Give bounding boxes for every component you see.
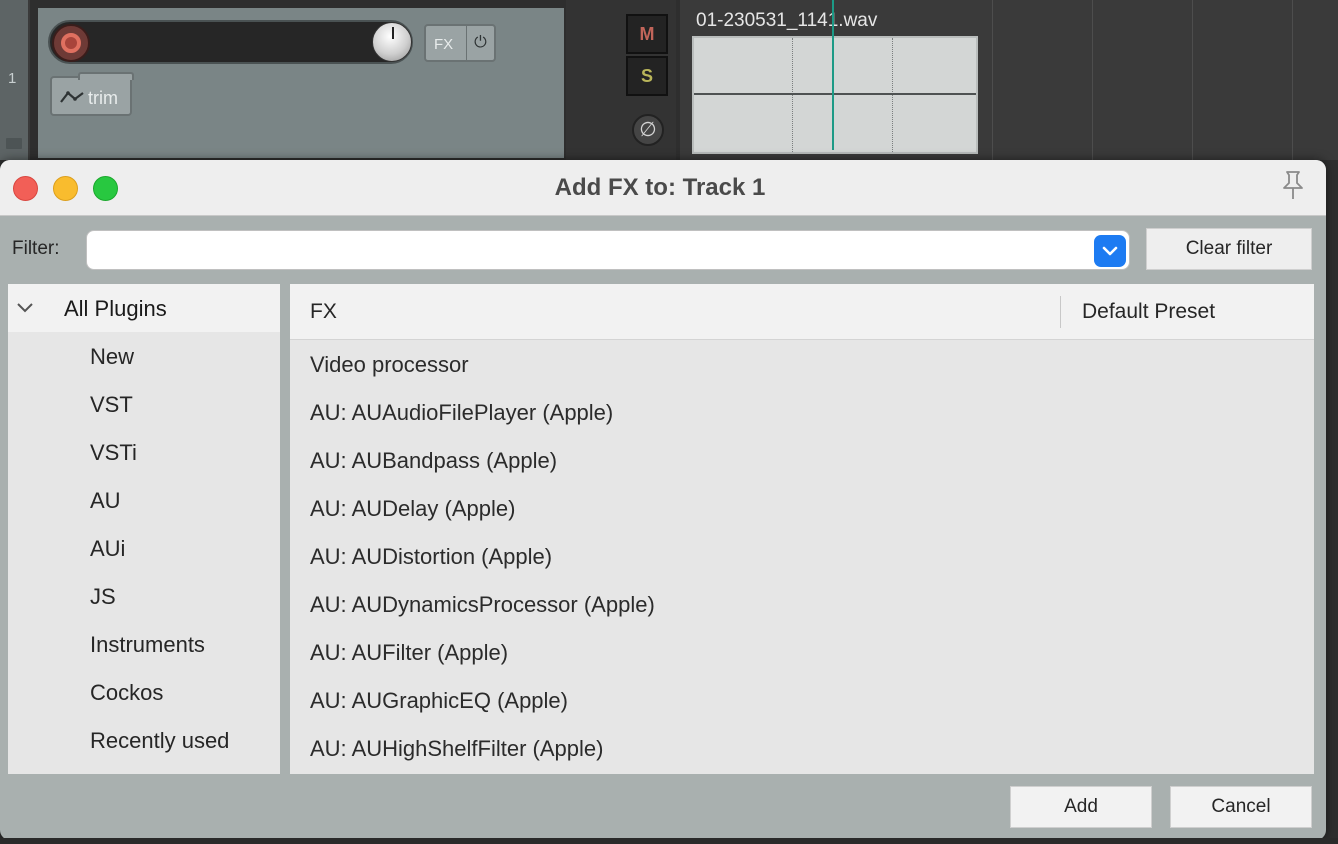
fx-list: FX Default Preset Video processor AU: AU…: [290, 284, 1314, 774]
playhead-cursor[interactable]: [832, 0, 834, 150]
tree-item-all-plugins[interactable]: All Plugins: [8, 284, 280, 332]
fx-row[interactable]: Video processor: [310, 352, 469, 378]
phase-invert-button[interactable]: ∅: [632, 114, 664, 146]
column-header-default-preset[interactable]: Default Preset: [1082, 300, 1215, 324]
track-fx-button[interactable]: FX ⏻: [424, 24, 496, 62]
fx-row[interactable]: AU: AUHighShelfFilter (Apple): [310, 736, 603, 762]
tree-item-cockos[interactable]: Cockos: [90, 680, 163, 706]
trim-label: trim: [88, 88, 118, 108]
tree-item-vsti[interactable]: VSTi: [90, 440, 137, 466]
filter-label: Filter:: [12, 238, 60, 259]
list-header: FX Default Preset: [290, 284, 1314, 340]
fx-row[interactable]: AU: AUBandpass (Apple): [310, 448, 557, 474]
filter-history-dropdown[interactable]: [1094, 235, 1126, 267]
tree-item-instruments[interactable]: Instruments: [90, 632, 205, 658]
chevron-down-icon: [1102, 246, 1118, 256]
volume-fader-track[interactable]: [48, 20, 413, 64]
background-toolbar-edge: [0, 838, 1338, 844]
pin-icon[interactable]: [1276, 168, 1310, 202]
filter-input[interactable]: [86, 230, 1130, 270]
record-arm-button[interactable]: [52, 24, 90, 62]
fx-row[interactable]: AU: AUAudioFilePlayer (Apple): [310, 400, 613, 426]
grid-line: [892, 38, 893, 152]
tree-item-au[interactable]: AU: [90, 488, 121, 514]
tree-item-vst[interactable]: VST: [90, 392, 133, 418]
fx-row[interactable]: AU: AUDynamicsProcessor (Apple): [310, 592, 655, 618]
grid-line: [1092, 0, 1093, 160]
chevron-down-icon[interactable]: [16, 298, 34, 316]
knob-pointer: [392, 27, 394, 39]
volume-knob[interactable]: [372, 22, 412, 62]
record-icon: [61, 33, 81, 53]
tree-item-new[interactable]: New: [90, 344, 134, 370]
power-icon[interactable]: ⏻: [466, 26, 494, 60]
trim-tab: [78, 72, 134, 80]
cancel-button[interactable]: Cancel: [1170, 786, 1312, 828]
fx-row[interactable]: AU: AUGraphicEQ (Apple): [310, 688, 568, 714]
title-bar[interactable]: Add FX to: Track 1: [0, 160, 1326, 216]
waveform: [694, 93, 976, 95]
grid-line: [1292, 0, 1293, 160]
fx-row[interactable]: AU: AUDelay (Apple): [310, 496, 515, 522]
fx-row[interactable]: AU: AUFilter (Apple): [310, 640, 508, 666]
plugin-category-tree: All Plugins New VST VSTi AU AUi JS Instr…: [8, 284, 280, 774]
tree-item-recently-used[interactable]: Recently used: [90, 728, 229, 754]
trim-automation-button[interactable]: trim: [50, 72, 134, 116]
media-item[interactable]: [692, 36, 978, 154]
track-number: 1: [8, 70, 17, 87]
mute-button[interactable]: M: [626, 14, 668, 54]
column-header-fx[interactable]: FX: [310, 300, 337, 324]
add-button[interactable]: Add: [1010, 786, 1152, 828]
add-fx-dialog: Add FX to: Track 1 Filter: Clear filter …: [0, 160, 1326, 840]
tree-root-label: All Plugins: [64, 296, 167, 321]
grid-line: [1192, 0, 1193, 160]
fx-label: FX: [434, 36, 454, 53]
envelope-icon: [60, 91, 84, 103]
column-divider[interactable]: [1060, 296, 1061, 328]
solo-button[interactable]: S: [626, 56, 668, 96]
fx-row[interactable]: AU: AUDistortion (Apple): [310, 544, 552, 570]
track-number-column[interactable]: 1: [0, 0, 30, 160]
grid-line: [992, 0, 993, 160]
tree-item-aui[interactable]: AUi: [90, 536, 125, 562]
tree-item-js[interactable]: JS: [90, 584, 116, 610]
dialog-title: Add FX to: Track 1: [554, 174, 766, 201]
grid-line: [792, 38, 793, 152]
clear-filter-button[interactable]: Clear filter: [1146, 228, 1312, 270]
media-item-title[interactable]: 01-230531_1141.wav: [696, 10, 877, 32]
folder-icon[interactable]: [6, 138, 22, 149]
